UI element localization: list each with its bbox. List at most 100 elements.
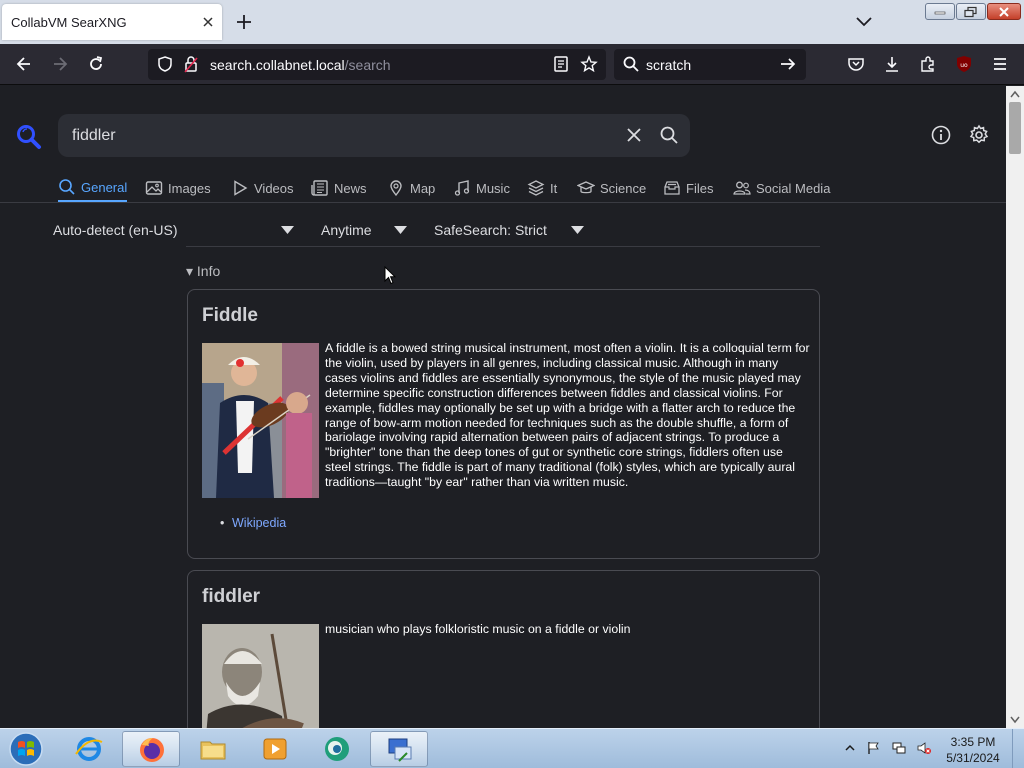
globe-app-icon (325, 737, 349, 761)
ublock-icon[interactable]: uo (955, 55, 973, 73)
fiddle-player-image (202, 343, 319, 498)
folder-icon (200, 741, 226, 760)
tab-files-label: Files (686, 180, 714, 196)
wikipedia-link[interactable]: Wikipedia (220, 516, 286, 530)
tab-title: CollabVM SearXNG (11, 15, 127, 30)
minimize-button[interactable] (925, 3, 955, 20)
mouse-cursor-icon (384, 266, 396, 285)
layers-icon (527, 180, 545, 196)
tab-map[interactable]: Map (387, 174, 435, 202)
menu-icon[interactable] (991, 55, 1009, 73)
page-scrollbar[interactable] (1006, 86, 1024, 728)
play-icon (234, 180, 248, 196)
category-divider (0, 202, 1006, 203)
remote-desktop-icon (388, 738, 412, 762)
pocket-icon[interactable] (847, 55, 865, 73)
search-icon (623, 56, 639, 72)
tab-searxng[interactable]: CollabVM SearXNG (2, 4, 222, 40)
safesearch-select[interactable]: SafeSearch: Strict (434, 222, 547, 238)
url-text[interactable]: search.collabnet.local/search (210, 57, 391, 73)
chevron-down-icon[interactable] (571, 226, 584, 234)
svg-text:uo: uo (960, 62, 968, 69)
action-center-flag-icon[interactable] (867, 741, 881, 755)
taskbar-explorer[interactable] (184, 731, 242, 767)
restore-button[interactable] (956, 3, 986, 20)
reload-icon[interactable] (87, 55, 105, 73)
chevron-down-icon[interactable] (281, 226, 294, 234)
shield-icon[interactable] (156, 55, 174, 73)
tab-strip: CollabVM SearXNG (0, 0, 1024, 44)
school-icon (577, 181, 595, 194)
tab-general[interactable]: General (58, 174, 128, 202)
taskbar: 3:35 PM 5/31/2024 (0, 728, 1024, 768)
tab-general-label: General (81, 179, 128, 195)
download-icon[interactable] (883, 55, 901, 73)
lock-icon[interactable] (182, 55, 200, 73)
taskbar-app[interactable] (308, 731, 366, 767)
searxng-logo-icon[interactable] (16, 124, 42, 150)
search-filters: Auto-detect (en-US) Anytime SafeSearch: … (0, 220, 1006, 240)
browser-search-box[interactable]: scratch (614, 49, 806, 80)
fiddler-portrait-image (202, 624, 319, 728)
new-tab-icon[interactable] (234, 12, 254, 32)
chevron-down-icon[interactable] (854, 14, 874, 30)
language-select[interactable]: Auto-detect (en-US) (53, 222, 178, 238)
tab-science-label: Science (600, 180, 647, 196)
search-icon (59, 179, 75, 195)
infobox-description: musician who plays folkloristic music on… (325, 622, 631, 636)
scrollbar-thumb[interactable] (1009, 102, 1021, 154)
tab-images[interactable]: Images (145, 174, 211, 202)
tab-videos[interactable]: Videos (231, 174, 294, 202)
close-tab-icon[interactable] (200, 14, 216, 30)
address-bar[interactable]: search.collabnet.local/search (148, 49, 606, 80)
search-query-input[interactable]: fiddler (72, 127, 116, 145)
nav-bar: search.collabnet.local/search scratch uo (0, 44, 1024, 85)
people-icon (733, 181, 751, 195)
taskbar-clock[interactable]: 3:35 PM 5/31/2024 (940, 734, 1006, 766)
filter-divider (186, 246, 820, 247)
tab-music[interactable]: Music (453, 174, 510, 202)
search-submit-icon[interactable] (659, 125, 679, 145)
taskbar-firefox[interactable] (122, 731, 180, 767)
show-desktop-button[interactable] (1012, 729, 1024, 768)
bookmark-star-icon[interactable] (580, 55, 598, 73)
tab-files[interactable]: Files (663, 174, 713, 202)
reader-view-icon[interactable] (552, 55, 570, 73)
music-icon (454, 180, 470, 196)
forward-icon[interactable] (51, 55, 69, 73)
time-range-select[interactable]: Anytime (321, 222, 372, 238)
close-window-button[interactable] (987, 3, 1021, 20)
extensions-icon[interactable] (919, 55, 937, 73)
clock-date: 5/31/2024 (946, 751, 1000, 765)
tab-news[interactable]: News (311, 174, 367, 202)
taskbar-remote[interactable] (370, 731, 428, 767)
network-icon[interactable] (892, 741, 906, 755)
scroll-up-icon[interactable] (1010, 90, 1020, 98)
browser-search-text: scratch (646, 57, 692, 73)
taskbar-ie[interactable] (60, 731, 118, 767)
search-query-box[interactable]: fiddler (58, 114, 690, 157)
gear-icon[interactable] (968, 124, 990, 146)
arrow-right-icon[interactable] (779, 55, 797, 73)
volume-muted-icon[interactable] (917, 741, 931, 755)
info-icon[interactable] (930, 124, 952, 146)
taskbar-media-player[interactable] (246, 731, 304, 767)
infobox-fiddle: Fiddle A fiddle is a bowed string musica… (187, 289, 820, 559)
tab-science[interactable]: Science (577, 174, 646, 202)
info-toggle[interactable]: ▾ Info (186, 263, 220, 280)
chevron-down-icon[interactable] (394, 226, 407, 234)
back-icon[interactable] (15, 55, 33, 73)
scroll-down-icon[interactable] (1010, 716, 1020, 724)
map-pin-icon (390, 180, 402, 197)
clear-icon[interactable] (626, 127, 642, 143)
clock-time: 3:35 PM (950, 735, 996, 749)
show-hidden-icons-icon[interactable] (845, 743, 855, 753)
tab-it[interactable]: It (527, 174, 557, 202)
category-tabs: General Images Videos News Map Music It (0, 174, 1006, 204)
tab-images-label: Images (168, 180, 211, 196)
start-button-icon[interactable] (6, 731, 46, 767)
tab-social-media[interactable]: Social Media (733, 174, 830, 202)
firefox-icon (140, 738, 164, 762)
internet-explorer-icon (75, 737, 103, 761)
infobox-title: Fiddle (202, 305, 258, 326)
